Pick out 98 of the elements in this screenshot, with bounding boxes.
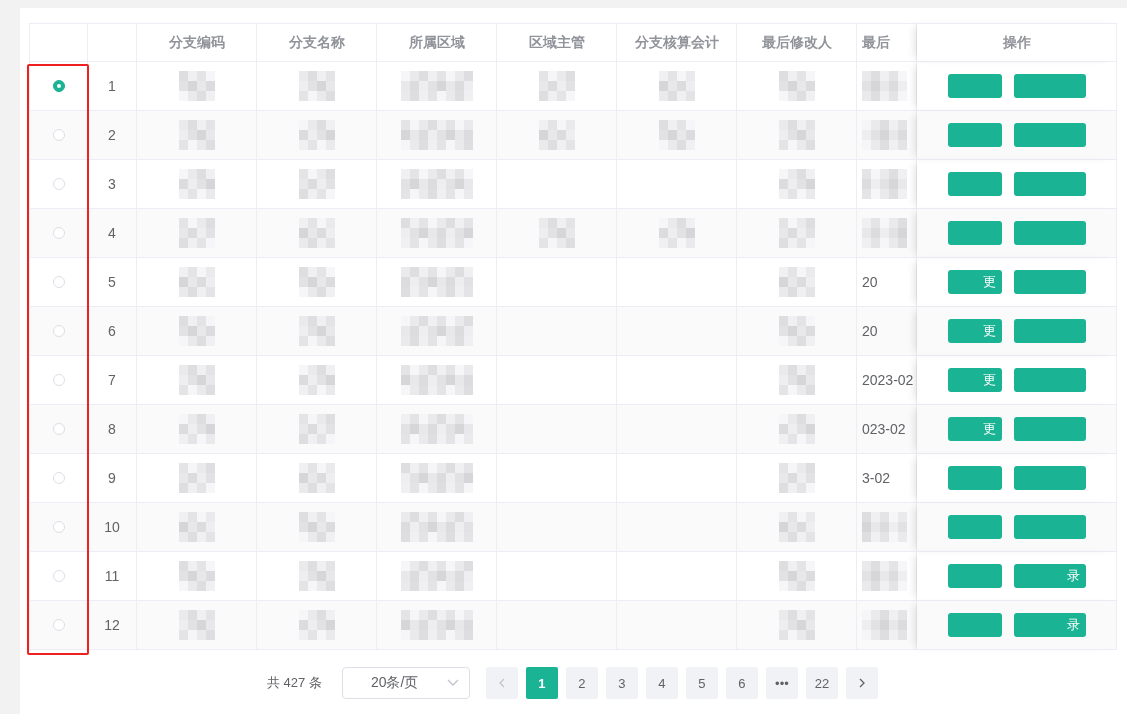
redacted-text — [178, 610, 215, 640]
redacted-text — [538, 218, 575, 248]
chevron-right-icon — [857, 677, 866, 688]
redacted-text — [298, 71, 335, 101]
row-number: 8 — [88, 405, 137, 454]
redacted-text — [862, 561, 907, 591]
redacted-text — [538, 71, 575, 101]
page-button[interactable]: 4 — [645, 667, 678, 699]
redacted-text — [178, 512, 215, 542]
redacted-text — [778, 169, 815, 199]
column-header: 分支编码 — [137, 23, 257, 62]
redacted-text — [658, 218, 695, 248]
record-button[interactable] — [1013, 123, 1086, 147]
redacted-text — [298, 267, 335, 297]
redacted-text — [178, 267, 215, 297]
page-button[interactable]: 3 — [605, 667, 638, 699]
page-button[interactable]: 22 — [805, 667, 838, 699]
previous-page-button[interactable] — [485, 667, 518, 699]
next-page-button[interactable] — [845, 667, 878, 699]
redacted-text — [862, 169, 907, 199]
redacted-text — [658, 71, 695, 101]
redacted-text — [778, 316, 815, 346]
row-number: 2 — [88, 111, 137, 160]
redacted-text — [778, 71, 815, 101]
chevron-down-icon — [446, 679, 459, 687]
column-header: 最后修改人 — [737, 23, 857, 62]
record-button[interactable] — [1013, 270, 1086, 294]
redacted-text — [778, 414, 815, 444]
column-header: 区域主管 — [497, 23, 617, 62]
row-number: 6 — [88, 307, 137, 356]
record-button[interactable] — [1013, 319, 1086, 343]
table-cell: 023-02 — [857, 405, 917, 454]
redacted-text — [658, 120, 695, 150]
redacted-text — [298, 414, 335, 444]
record-button[interactable] — [1013, 74, 1086, 98]
redacted-text — [178, 120, 215, 150]
column-header: 最后 — [857, 23, 917, 62]
redacted-text — [778, 561, 815, 591]
row-number: 10 — [88, 503, 137, 552]
edit-button[interactable] — [947, 74, 1002, 98]
redacted-text — [298, 316, 335, 346]
column-header: 分支名称 — [257, 23, 377, 62]
redacted-text — [778, 120, 815, 150]
edit-button[interactable] — [947, 466, 1002, 490]
redacted-text — [298, 169, 335, 199]
page-button[interactable]: 6 — [725, 667, 758, 699]
redacted-text — [778, 218, 815, 248]
column-header: 分支核算会计 — [617, 23, 737, 62]
redacted-text — [178, 365, 215, 395]
redacted-text — [178, 71, 215, 101]
record-button[interactable] — [1013, 221, 1086, 245]
edit-button[interactable] — [947, 172, 1002, 196]
redacted-text — [178, 316, 215, 346]
redacted-text — [862, 218, 907, 248]
redacted-text — [298, 120, 335, 150]
edit-button[interactable] — [947, 123, 1002, 147]
radio-button[interactable] — [52, 80, 65, 92]
record-button[interactable] — [1013, 466, 1086, 490]
record-button[interactable] — [1013, 417, 1086, 441]
redacted-text — [298, 365, 335, 395]
edit-button[interactable] — [947, 515, 1002, 539]
redacted-text — [862, 512, 907, 542]
record-button[interactable] — [1013, 515, 1086, 539]
edit-button[interactable] — [947, 613, 1002, 637]
redacted-text — [298, 218, 335, 248]
redacted-text — [298, 512, 335, 542]
redacted-text — [778, 267, 815, 297]
redacted-text — [298, 463, 335, 493]
redacted-text — [862, 120, 907, 150]
record-button[interactable] — [1013, 368, 1086, 392]
redacted-text — [778, 610, 815, 640]
column-header: 操作 — [917, 23, 1117, 62]
page-button[interactable]: ••• — [765, 667, 798, 699]
page-button[interactable]: 2 — [565, 667, 598, 699]
redacted-text — [862, 610, 907, 640]
page-button[interactable]: 5 — [685, 667, 718, 699]
row-number: 12 — [88, 601, 137, 650]
chevron-left-icon — [497, 677, 506, 688]
redacted-text — [178, 414, 215, 444]
redacted-text — [178, 169, 215, 199]
edit-button[interactable] — [947, 221, 1002, 245]
column-header: 所属区域 — [377, 23, 497, 62]
record-button[interactable] — [1013, 172, 1086, 196]
edit-button[interactable] — [947, 564, 1002, 588]
redacted-text — [778, 365, 815, 395]
total-count: 共 427 条 — [267, 674, 322, 692]
redacted-text — [298, 610, 335, 640]
redacted-text — [778, 463, 815, 493]
redacted-text — [862, 71, 907, 101]
redacted-text — [178, 463, 215, 493]
redacted-text — [178, 561, 215, 591]
redacted-text — [538, 120, 575, 150]
page-size-select[interactable]: 20条/页 — [341, 667, 470, 699]
redacted-text — [178, 218, 215, 248]
table-cell: 20 — [857, 307, 917, 356]
redacted-text — [778, 512, 815, 542]
row-number: 4 — [88, 209, 137, 258]
redacted-text — [298, 561, 335, 591]
